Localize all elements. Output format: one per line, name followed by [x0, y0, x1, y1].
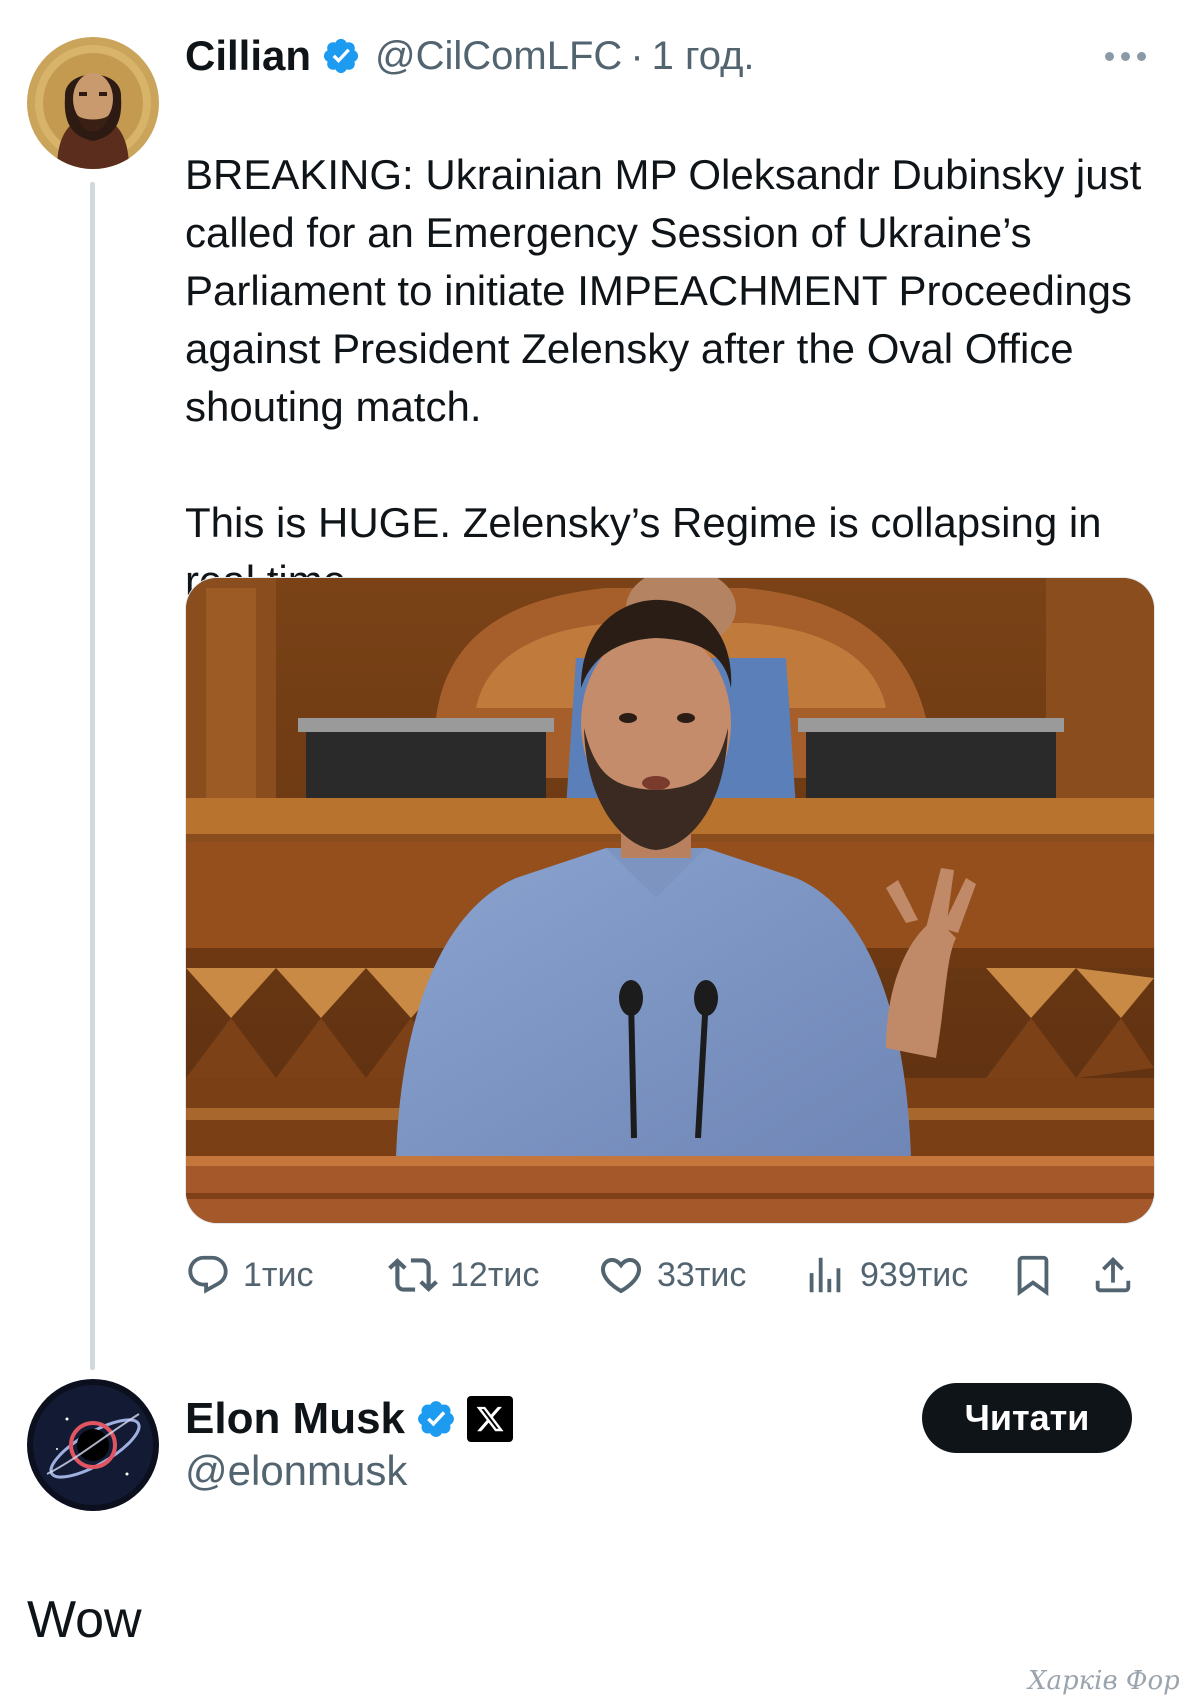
- share-button[interactable]: [1090, 1245, 1136, 1305]
- repost-icon: [388, 1258, 438, 1292]
- tweet-text: BREAKING: Ukrainian MP Oleksandr Dubinsk…: [185, 88, 1165, 610]
- avatar[interactable]: [27, 37, 159, 169]
- repost-count: 12тис: [450, 1255, 540, 1294]
- follow-button[interactable]: Читати: [922, 1383, 1132, 1453]
- parliament-speaker-image: [186, 578, 1154, 1223]
- profile-handle[interactable]: @elonmusk: [185, 1447, 407, 1495]
- icon-portrait-image: [27, 37, 159, 169]
- reply-button[interactable]: 1тис: [185, 1245, 313, 1305]
- author-name[interactable]: Cillian: [185, 32, 311, 80]
- profile-name[interactable]: Elon Musk: [185, 1394, 405, 1444]
- bookmark-button[interactable]: [1010, 1245, 1056, 1305]
- repost-button[interactable]: 12тис: [388, 1245, 539, 1305]
- post-header: Cillian @CilComLFC · 1 год.: [185, 30, 755, 82]
- more-options-icon[interactable]: [1105, 44, 1155, 68]
- like-count: 33тис: [657, 1255, 747, 1294]
- verified-badge-icon: [415, 1398, 457, 1440]
- ukraine-flag-icon: [185, 99, 235, 133]
- x-logo-icon: [467, 1396, 514, 1442]
- share-icon: [1095, 1256, 1131, 1293]
- views-chart-icon: [809, 1257, 841, 1293]
- watermark: Харків Форум: [1028, 1666, 1179, 1696]
- thread-line: [90, 182, 95, 1370]
- black-hole-avatar-image: [27, 1379, 159, 1511]
- action-bar: 1тис 12тис 33тис 939тис: [185, 1245, 1153, 1305]
- views-count: 939тис: [860, 1255, 969, 1294]
- author-handle[interactable]: @CilComLFC: [375, 34, 622, 79]
- profile-name-row: Elon Musk: [185, 1391, 514, 1447]
- timestamp[interactable]: 1 год.: [652, 34, 755, 79]
- tweet-photo[interactable]: [185, 577, 1155, 1224]
- bookmark-icon: [1017, 1255, 1049, 1296]
- reply-icon: [188, 1255, 228, 1294]
- avatar[interactable]: [27, 1379, 159, 1511]
- views-button[interactable]: 939тис: [802, 1245, 968, 1305]
- separator-dot: ·: [630, 33, 644, 78]
- like-button[interactable]: 33тис: [597, 1245, 746, 1305]
- verified-badge-icon: [321, 36, 361, 76]
- reply-text: Wow: [27, 1591, 142, 1649]
- heart-icon: [600, 1258, 642, 1294]
- tweet-paragraph-1: BREAKING: Ukrainian MP Oleksandr Dubinsk…: [185, 151, 1142, 430]
- reply-count: 1тис: [243, 1255, 314, 1294]
